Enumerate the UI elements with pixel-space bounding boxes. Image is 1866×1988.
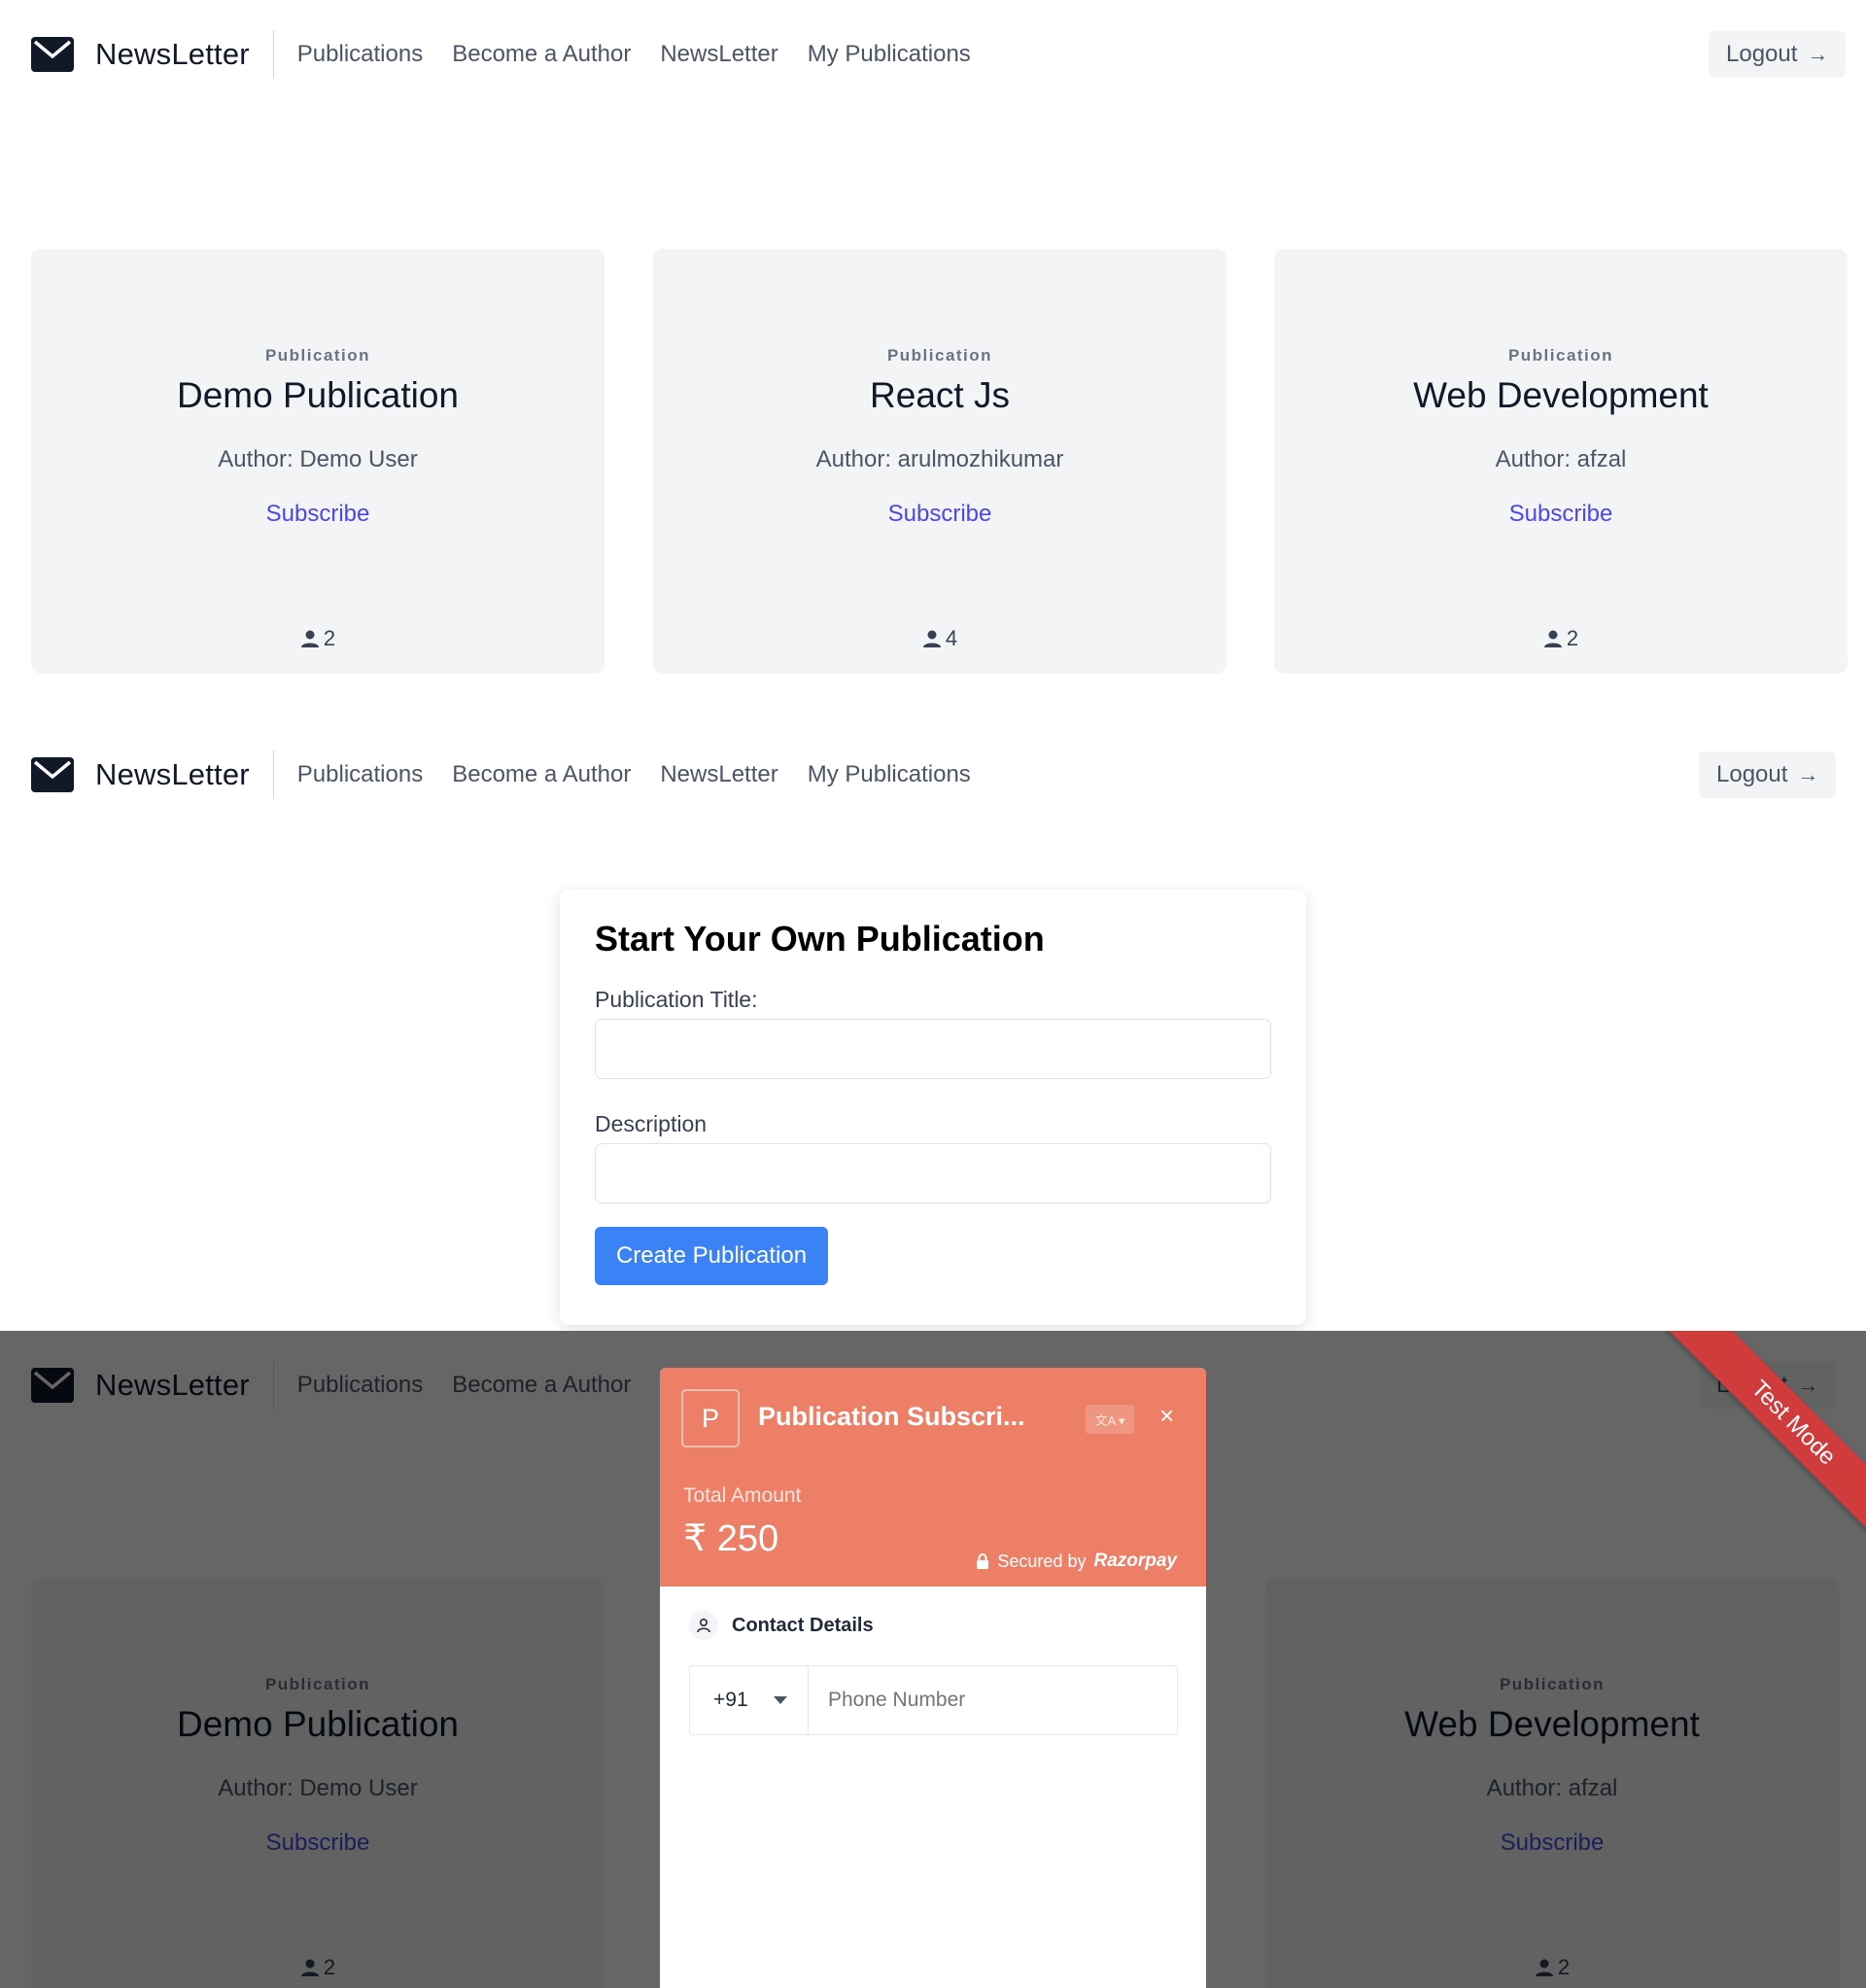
navbar: NewsLetter Publications Become a Author … xyxy=(0,0,1866,109)
language-selector[interactable]: 文A ▾ xyxy=(1086,1405,1134,1434)
translate-icon: 文A ▾ xyxy=(1094,1413,1125,1428)
brand[interactable]: NewsLetter xyxy=(31,750,274,799)
user-icon xyxy=(300,630,319,647)
total-amount-label: Total Amount xyxy=(683,1484,802,1507)
total-amount-value: ₹ 250 xyxy=(683,1518,779,1559)
contact-details-label: Contact Details xyxy=(732,1614,874,1636)
publication-card: Publication React Js Author: arulmozhiku… xyxy=(653,249,1227,674)
arrow-right-icon: → xyxy=(1797,762,1819,786)
publication-card: Publication Demo Publication Author: Dem… xyxy=(31,249,605,674)
nav-link-publications[interactable]: Publications xyxy=(297,41,423,68)
card-author: Author: arulmozhikumar xyxy=(815,446,1064,472)
description-input[interactable] xyxy=(595,1143,1271,1203)
brand[interactable]: NewsLetter xyxy=(31,30,274,79)
test-mode-ribbon: Test Mode xyxy=(1652,1331,1866,1545)
modal-header: P Publication Subscri... 文A ▾ × Total Am… xyxy=(660,1368,1206,1587)
merchant-logo: P xyxy=(681,1389,740,1447)
nav-link-newsletter[interactable]: NewsLetter xyxy=(660,761,778,788)
contact-details-heading: Contact Details xyxy=(689,1611,874,1640)
card-title: React Js xyxy=(870,375,1010,415)
subscribe-link[interactable]: Subscribe xyxy=(888,501,992,527)
logout-label: Logout xyxy=(1716,761,1788,787)
form-title: Start Your Own Publication xyxy=(595,919,1045,959)
brand-name: NewsLetter xyxy=(95,757,250,791)
caret-down-icon xyxy=(773,1696,787,1704)
card-label: Publication xyxy=(264,346,371,365)
nav-link-my-publications[interactable]: My Publications xyxy=(808,761,971,788)
country-code-select[interactable]: +91 xyxy=(690,1666,809,1734)
payment-modal: P Publication Subscri... 文A ▾ × Total Am… xyxy=(660,1368,1206,1988)
envelope-icon xyxy=(31,37,74,72)
modal-title: Publication Subscri... xyxy=(758,1402,1025,1431)
envelope-icon xyxy=(31,757,74,792)
close-icon[interactable]: × xyxy=(1159,1401,1174,1431)
logout-label: Logout xyxy=(1726,41,1798,67)
phone-field: +91 xyxy=(689,1665,1178,1735)
test-mode-label: Test Mode xyxy=(1664,1331,1866,1545)
nav-link-publications[interactable]: Publications xyxy=(297,761,423,788)
user-icon xyxy=(1543,630,1562,647)
publication-card: Publication Web Development Author: afza… xyxy=(1274,249,1848,674)
subscriber-count: 4 xyxy=(653,626,1227,651)
card-label: Publication xyxy=(886,346,993,365)
publication-title-input[interactable] xyxy=(595,1019,1271,1079)
subscriber-count-value: 4 xyxy=(945,626,958,650)
publications-screen: NewsLetter Publications Become a Author … xyxy=(0,0,1866,720)
razorpay-logo: Razorpay xyxy=(1093,1551,1177,1571)
create-publication-button[interactable]: Create Publication xyxy=(595,1227,828,1285)
user-icon xyxy=(922,630,941,647)
create-publication-form: Start Your Own Publication Publication T… xyxy=(560,889,1306,1325)
card-author: Author: Demo User xyxy=(218,446,418,472)
checkout-screen: NewsLetter Publications Become a Author … xyxy=(0,1331,1866,1988)
nav-links: Publications Become a Author NewsLetter … xyxy=(297,41,1000,68)
logout-button[interactable]: Logout → xyxy=(1699,751,1837,798)
card-title: Demo Publication xyxy=(177,375,459,415)
publication-title-label: Publication Title: xyxy=(595,987,758,1012)
nav-link-become-author[interactable]: Become a Author xyxy=(452,41,631,68)
description-label: Description xyxy=(595,1111,708,1136)
subscriber-count-value: 2 xyxy=(323,626,336,650)
nav-links: Publications Become a Author NewsLetter … xyxy=(297,761,1000,788)
card-title: Web Development xyxy=(1413,375,1709,415)
user-icon xyxy=(689,1611,718,1640)
card-author: Author: afzal xyxy=(1495,446,1627,472)
subscriber-count-value: 2 xyxy=(1566,626,1579,650)
subscribe-link[interactable]: Subscribe xyxy=(266,501,370,527)
card-label: Publication xyxy=(1507,346,1614,365)
country-code-value: +91 xyxy=(713,1689,748,1711)
nav-link-become-author[interactable]: Become a Author xyxy=(452,761,631,788)
nav-link-newsletter[interactable]: NewsLetter xyxy=(660,41,778,68)
logout-button[interactable]: Logout → xyxy=(1709,31,1847,78)
subscribe-link[interactable]: Subscribe xyxy=(1509,501,1613,527)
subscriber-count: 2 xyxy=(1274,626,1848,651)
navbar: NewsLetter Publications Become a Author … xyxy=(0,720,1866,829)
phone-number-input[interactable] xyxy=(809,1666,1177,1734)
nav-link-my-publications[interactable]: My Publications xyxy=(808,41,971,68)
lock-icon xyxy=(977,1553,989,1569)
secured-by-text: Secured by xyxy=(997,1551,1087,1571)
brand-name: NewsLetter xyxy=(95,37,250,71)
subscriber-count: 2 xyxy=(31,626,605,651)
secured-by: Secured by Razorpay xyxy=(976,1551,1177,1572)
arrow-right-icon: → xyxy=(1807,42,1829,66)
become-author-screen: NewsLetter Publications Become a Author … xyxy=(0,720,1866,1331)
